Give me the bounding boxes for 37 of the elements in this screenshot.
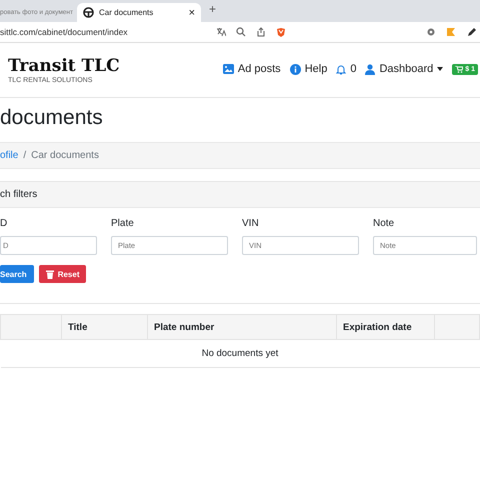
field-label: Note bbox=[373, 218, 396, 229]
page-title: documents bbox=[0, 106, 104, 130]
reset-button[interactable]: Reset bbox=[38, 265, 86, 283]
info-icon bbox=[290, 64, 301, 74]
brand-name[interactable]: Transit TLC bbox=[8, 56, 120, 76]
zoom-icon bbox=[236, 27, 246, 37]
empty-message: No documents yet bbox=[0, 340, 480, 368]
steering-wheel-icon bbox=[83, 7, 94, 18]
breadcrumb-current: Car documents bbox=[31, 150, 99, 161]
cart-icon bbox=[455, 66, 464, 72]
field-label: VIN bbox=[242, 218, 260, 229]
nav-link[interactable]: Help bbox=[290, 63, 328, 75]
column-header: Plate number bbox=[148, 314, 336, 340]
search-button[interactable]: Search bbox=[0, 265, 34, 283]
picture-icon bbox=[222, 64, 234, 74]
user-icon bbox=[365, 64, 376, 74]
browser-tab[interactable]: Car documents × bbox=[77, 3, 201, 22]
share-icon bbox=[256, 27, 266, 37]
field-label: D bbox=[0, 218, 8, 229]
translate-icon bbox=[216, 27, 226, 37]
column-header: Title bbox=[62, 314, 148, 340]
address-bar[interactable]: sittlc.com/cabinet/document/index bbox=[0, 27, 216, 37]
trash-icon bbox=[46, 270, 54, 278]
nav-link[interactable]: Ad posts bbox=[222, 63, 281, 75]
shield-icon bbox=[276, 26, 286, 38]
bell-icon bbox=[336, 64, 346, 74]
card-title: ch filters bbox=[0, 189, 38, 200]
flag-icon bbox=[446, 27, 456, 37]
pen-icon bbox=[466, 27, 476, 37]
nav-link[interactable]: Dashboard bbox=[365, 63, 444, 75]
column-header: Expiration date bbox=[336, 314, 434, 340]
close-tab-button[interactable]: × bbox=[188, 6, 195, 18]
nav-link[interactable]: 0 bbox=[336, 63, 356, 75]
new-tab-button[interactable]: + bbox=[209, 2, 216, 16]
breadcrumb-separator: / bbox=[23, 150, 26, 161]
breadcrumb-link[interactable]: ofile bbox=[0, 150, 18, 161]
field-label: Plate bbox=[111, 218, 135, 229]
